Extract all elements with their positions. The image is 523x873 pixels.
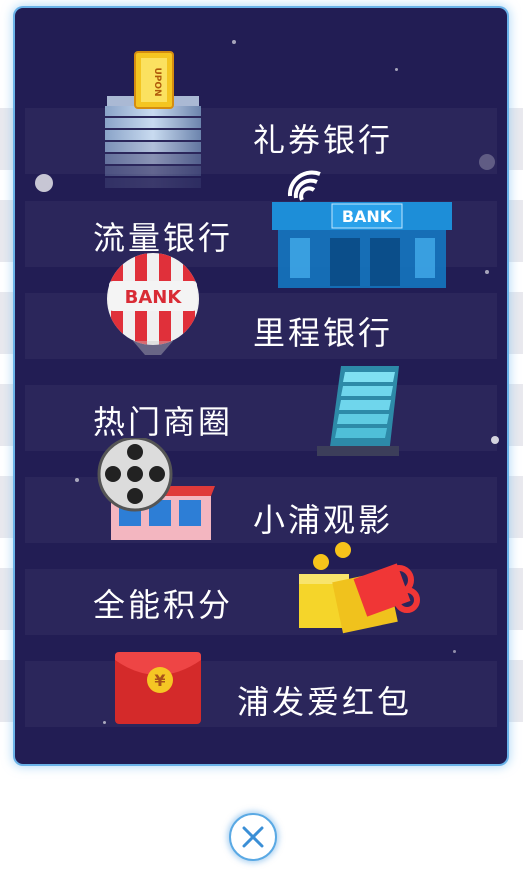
menu-item-label: 热门商圈 <box>93 403 234 441</box>
red-envelope-icon: ¥ <box>115 652 201 724</box>
menu-item-label: 小浦观影 <box>253 501 394 539</box>
close-icon <box>242 826 264 848</box>
svg-text:¥: ¥ <box>154 671 165 690</box>
menu-item-label: 流量银行 <box>93 219 234 257</box>
menu-item-red-envelope[interactable]: ¥ 浦发爱红包 <box>15 644 507 744</box>
svg-text:UPON: UPON <box>152 67 162 96</box>
svg-text:BANK: BANK <box>125 287 183 308</box>
menu-item-label: 里程银行 <box>253 314 394 352</box>
hot-air-balloon-bank-icon: BANK <box>107 253 199 355</box>
menu-item-mileage-bank[interactable]: BANK 里程银行 <box>15 253 507 363</box>
menu-item-label: 礼券银行 <box>253 121 394 159</box>
close-button[interactable] <box>229 813 277 861</box>
menu-item-points[interactable]: 全能积分 <box>15 538 507 638</box>
menu-item-label: 浦发爱红包 <box>237 683 413 721</box>
menu-item-movie[interactable]: 小浦观影 <box>15 438 507 548</box>
svg-text:BANK: BANK <box>342 207 393 226</box>
gift-box-icon <box>299 542 420 634</box>
film-reel-cinema-icon <box>97 438 215 540</box>
menu-item-label: 全能积分 <box>93 586 234 624</box>
bank-menu-panel: UPON 礼券银行 BANK 流量银行 BANK 里程银行 热门商圈 小浦观影 … <box>15 8 507 764</box>
